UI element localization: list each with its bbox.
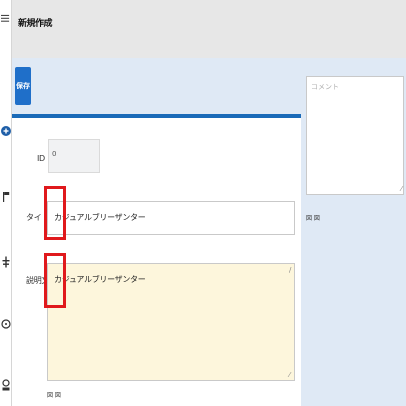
sidebar <box>0 0 12 406</box>
flag-icon[interactable] <box>1 190 11 204</box>
plus-circle-icon[interactable] <box>1 124 11 138</box>
resize-handle-icon[interactable]: ⁄ <box>401 186 402 193</box>
form-area: ID 0 タイトル カジュアルブリーザンター 説明文 カジュアルブリーザンター … <box>12 118 301 406</box>
header: 新規作成 <box>12 0 406 58</box>
comment-textarea[interactable]: コメント ⁄ <box>306 76 404 195</box>
help-icon[interactable] <box>1 317 11 331</box>
highlight-box-description <box>44 253 66 308</box>
description-textarea[interactable]: カジュアルブリーザンター <box>47 263 295 381</box>
title-input[interactable]: カジュアルブリーザンター <box>47 201 295 235</box>
save-button[interactable]: 保存 <box>15 67 31 105</box>
page-title: 新規作成 <box>18 19 53 29</box>
resize-handle-icon[interactable]: ⁄ <box>289 372 300 405</box>
description-footer: 図 図 <box>47 392 61 399</box>
comment-placeholder: コメント <box>311 83 339 91</box>
menu-icon[interactable] <box>1 14 10 23</box>
settings-icon[interactable] <box>1 255 11 269</box>
toolbar: 保存 <box>12 58 301 114</box>
id-field: 0 <box>48 139 100 173</box>
id-label: ID <box>37 154 45 163</box>
comment-footer: 図 図 <box>306 215 320 222</box>
user-icon[interactable] <box>1 378 11 392</box>
highlight-box-title <box>44 186 66 240</box>
comment-panel: コメント ⁄ 図 図 <box>301 58 406 406</box>
